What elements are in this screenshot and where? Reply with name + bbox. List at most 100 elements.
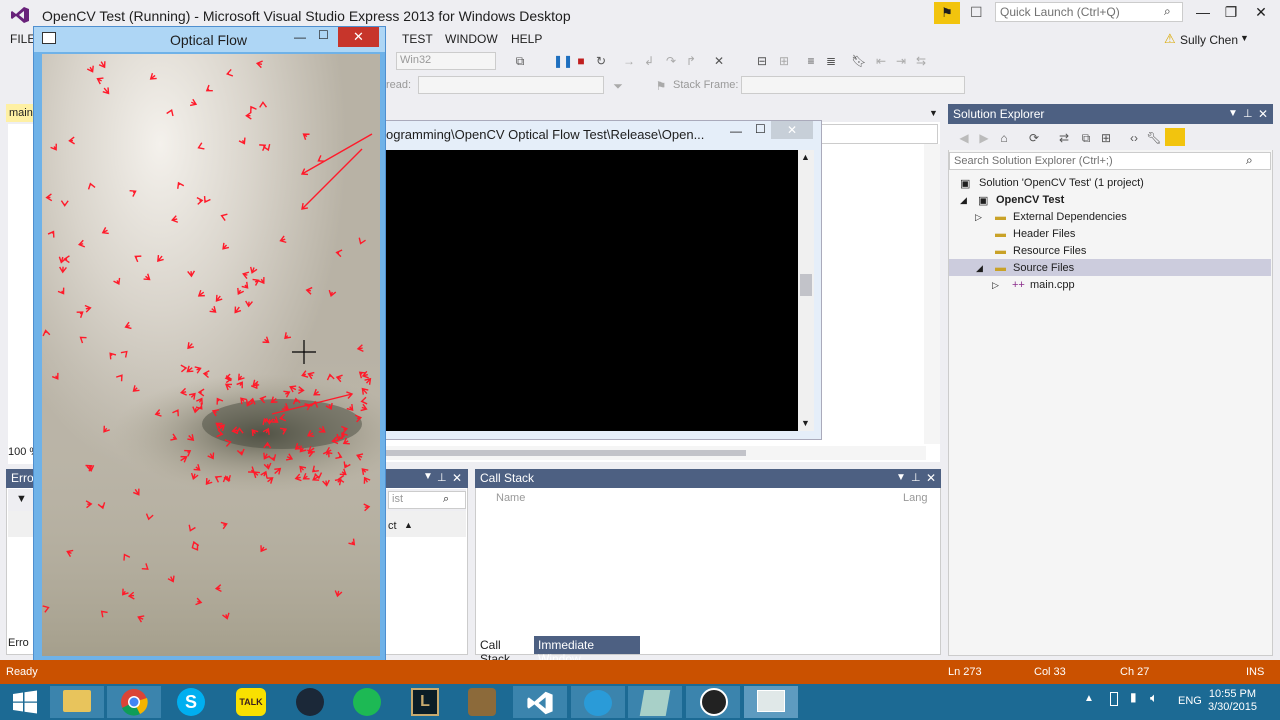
hex-display-icon[interactable]: ✕ xyxy=(711,53,727,69)
windows-start-icon[interactable] xyxy=(12,690,38,714)
game-app-icon[interactable] xyxy=(468,688,496,716)
expanded-icon[interactable]: ◢ xyxy=(976,263,983,274)
console-minimize-button[interactable]: — xyxy=(730,124,742,138)
clear-bookmarks-icon[interactable]: ⇆ xyxy=(913,53,929,69)
input-language[interactable]: ENG xyxy=(1178,695,1202,707)
toolbar-icon-a[interactable]: ⊟ xyxy=(754,53,770,69)
pause-icon[interactable]: ❚❚ xyxy=(553,53,573,69)
prev-bookmark-icon[interactable]: ⇤ xyxy=(873,53,889,69)
step-out-icon[interactable]: ↱ xyxy=(683,53,699,69)
of-maximize-button[interactable]: ☐ xyxy=(318,28,329,42)
dropdown-icon[interactable]: ▼ xyxy=(1228,108,1238,119)
error-tab[interactable]: Erro xyxy=(8,637,29,649)
stack-frame-combo[interactable] xyxy=(741,76,965,94)
chevron-down-icon[interactable]: ▼ xyxy=(1240,33,1249,43)
console-maximize-button[interactable]: ☐ xyxy=(755,122,766,136)
uncomment-icon[interactable]: ≣ xyxy=(823,53,839,69)
tree-main-cpp[interactable]: main.cpp xyxy=(1030,279,1075,291)
member-combo[interactable] xyxy=(820,124,938,144)
stop-icon[interactable]: ■ xyxy=(573,53,589,69)
user-name[interactable]: Sully Chen xyxy=(1180,33,1238,47)
quick-launch-input[interactable]: Quick Launch (Ctrl+Q) xyxy=(995,2,1183,22)
tree-source-files[interactable]: Source Files xyxy=(1013,262,1074,274)
step-into-icon[interactable]: ↲ xyxy=(641,53,657,69)
steam-icon[interactable] xyxy=(296,688,324,716)
league-of-legends-icon[interactable]: L xyxy=(411,688,439,716)
skype-icon[interactable]: S xyxy=(177,688,205,716)
battery-icon[interactable] xyxy=(1110,692,1118,706)
column-lang[interactable]: Lang xyxy=(903,492,927,504)
console-close-button[interactable]: ✕ xyxy=(771,121,813,139)
bookmark-icon[interactable]: 🔖︎ xyxy=(851,53,867,69)
search-icon[interactable]: ⌕ xyxy=(1164,4,1171,19)
toolbar-icon-b[interactable]: ⊞ xyxy=(776,53,792,69)
tab-call-stack[interactable]: Call Stack xyxy=(477,636,531,666)
minimize-button[interactable]: — xyxy=(1190,4,1216,22)
console-scroll-thumb[interactable] xyxy=(800,274,812,296)
tab-immediate-window[interactable]: Immediate Window xyxy=(534,636,640,666)
error-search-input[interactable]: ist xyxy=(388,491,466,509)
tree-header-files[interactable]: Header Files xyxy=(1013,228,1075,240)
restart-icon[interactable]: ↻ xyxy=(593,53,609,69)
volume-icon[interactable]: 🔈︎ xyxy=(1150,690,1158,706)
pin-icon[interactable]: ⊥ xyxy=(437,471,447,484)
next-bookmark-icon[interactable]: ⇥ xyxy=(893,53,909,69)
tree-resource-files[interactable]: Resource Files xyxy=(1013,245,1086,257)
pending-changes-icon[interactable]: ⟳ xyxy=(1026,130,1042,146)
back-icon[interactable]: ◀ xyxy=(956,130,972,146)
view-code-icon[interactable]: ‹› xyxy=(1126,130,1142,146)
expanded-icon[interactable]: ◢ xyxy=(960,195,967,206)
close-icon[interactable]: ✕ xyxy=(1258,107,1268,121)
search-icon[interactable]: ⌕ xyxy=(1246,153,1253,168)
notification-flag-icon[interactable]: ⚑ xyxy=(934,2,960,24)
dropdown-icon[interactable]: ▼ xyxy=(896,472,906,483)
show-next-statement-icon[interactable]: → xyxy=(621,53,637,69)
forward-icon[interactable]: ▶ xyxy=(976,130,992,146)
collapsed-icon[interactable]: ▷ xyxy=(992,280,999,291)
editor-tab[interactable]: main xyxy=(6,104,36,122)
of-minimize-button[interactable]: — xyxy=(294,30,306,44)
filter-icon[interactable]: ⏷ xyxy=(610,78,626,94)
dropdown-icon[interactable]: ▼ xyxy=(423,471,433,482)
sync-icon[interactable]: ⇄ xyxy=(1056,130,1072,146)
column-name[interactable]: Name xyxy=(496,492,525,504)
hscroll-thumb[interactable] xyxy=(386,450,746,456)
editor-vscroll[interactable] xyxy=(924,144,940,444)
tree-project[interactable]: OpenCV Test xyxy=(996,194,1064,206)
collapsed-icon[interactable]: ▷ xyxy=(975,212,982,223)
network-icon[interactable]: ▮ xyxy=(1130,690,1137,704)
show-all-files-icon[interactable]: ⊞ xyxy=(1098,130,1114,146)
feedback-icon[interactable]: ☐ xyxy=(970,4,988,22)
pin-icon[interactable]: ⊥ xyxy=(911,471,921,484)
menu-test[interactable]: TEST xyxy=(402,32,433,46)
chevron-down-icon[interactable]: ▼ xyxy=(929,108,938,118)
search-icon[interactable]: ⌕ xyxy=(443,493,449,506)
menu-help[interactable]: HELP xyxy=(511,32,542,46)
clock[interactable]: 10:55 PM 3/30/2015 xyxy=(1208,688,1257,714)
filter-icon[interactable]: ▼ xyxy=(16,493,27,505)
platform-combo[interactable]: Win32 xyxy=(396,52,496,70)
pin-icon[interactable]: ⊥ xyxy=(1243,107,1253,120)
tree-external-dependencies[interactable]: External Dependencies xyxy=(1013,211,1127,223)
home-icon[interactable]: ⌂ xyxy=(996,130,1012,146)
properties-icon[interactable]: 🔧︎ xyxy=(1146,130,1162,146)
tree-solution[interactable]: Solution 'OpenCV Test' (1 project) xyxy=(979,177,1144,189)
flag-thread-icon[interactable]: ⚑ xyxy=(653,78,669,94)
scroll-down-icon[interactable]: ▼ xyxy=(801,418,810,428)
step-over-icon[interactable]: ↷ xyxy=(663,53,679,69)
close-icon[interactable]: ✕ xyxy=(452,471,462,485)
spotify-icon[interactable] xyxy=(353,688,381,716)
attach-icon[interactable]: ⧉ xyxy=(512,53,528,69)
column-header[interactable]: ct xyxy=(388,520,397,532)
close-icon[interactable]: ✕ xyxy=(926,471,936,485)
solution-search-input[interactable]: Search Solution Explorer (Ctrl+;) xyxy=(949,152,1271,170)
collapse-all-icon[interactable]: ⧉ xyxy=(1078,130,1094,146)
restore-button[interactable]: ❐ xyxy=(1218,4,1244,22)
kakaotalk-icon[interactable]: TALK xyxy=(236,688,266,716)
menu-file[interactable]: FILE xyxy=(10,32,35,46)
close-button[interactable]: ✕ xyxy=(1248,4,1274,22)
tray-expand-icon[interactable]: ▲ xyxy=(1084,693,1094,704)
menu-window[interactable]: WINDOW xyxy=(445,32,498,46)
of-close-button[interactable]: ✕ xyxy=(338,27,379,47)
preview-icon[interactable] xyxy=(1165,128,1185,146)
